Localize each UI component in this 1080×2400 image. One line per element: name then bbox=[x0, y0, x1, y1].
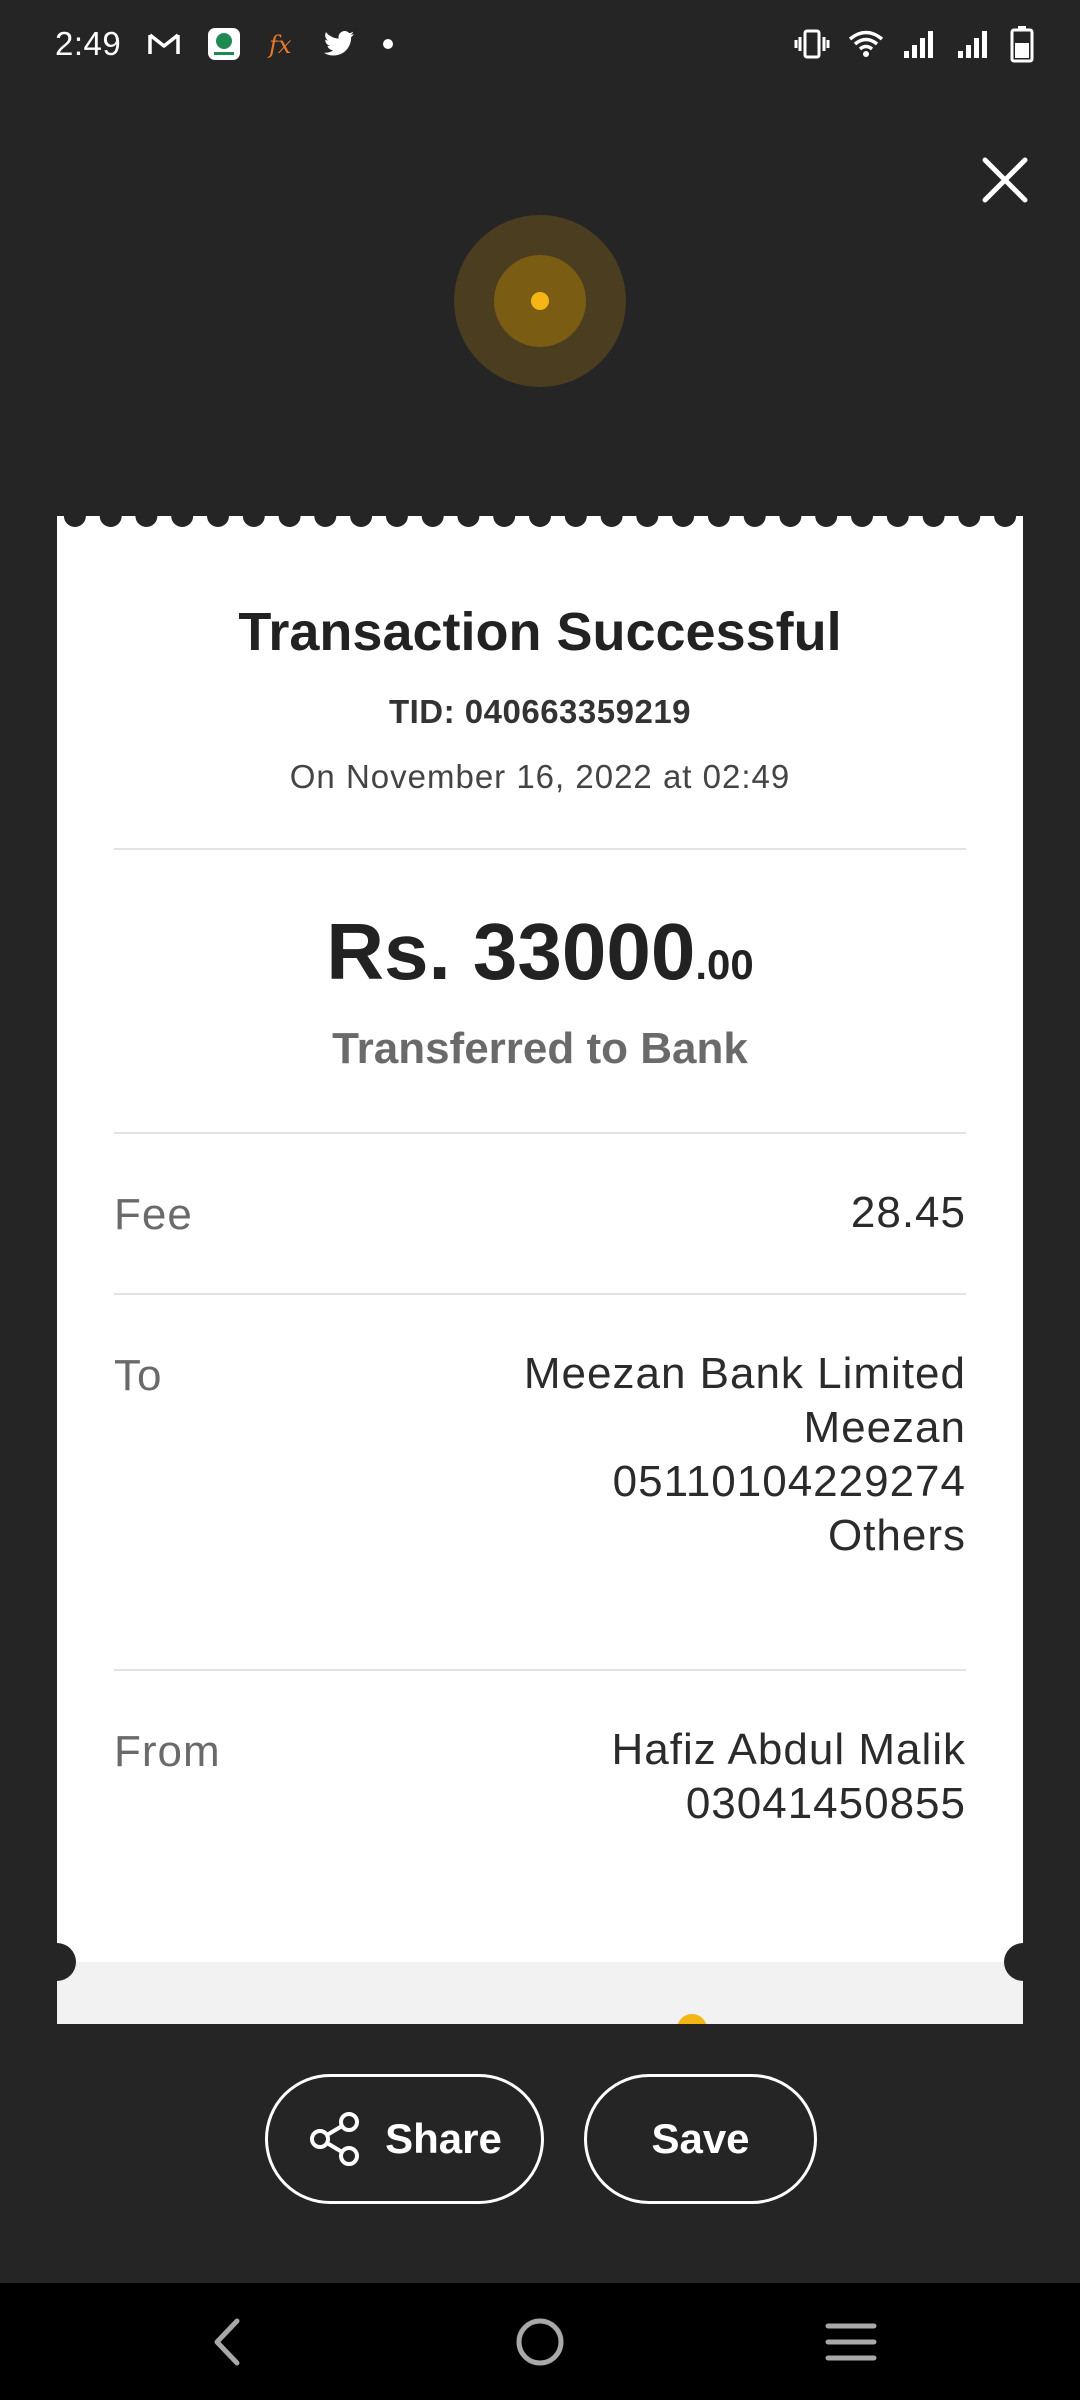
scallop-cutout bbox=[99, 508, 122, 527]
transaction-type: Transferred to Bank bbox=[332, 1024, 748, 1073]
scallop-cutout bbox=[171, 508, 194, 527]
scallop-cutout bbox=[886, 508, 909, 527]
scallop-cutout bbox=[672, 508, 695, 527]
receipt-notch-right bbox=[1004, 1943, 1042, 1981]
save-button-label: Save bbox=[651, 2115, 750, 2162]
divider bbox=[114, 1669, 966, 1671]
scallop-cutout bbox=[636, 508, 659, 527]
scallop-cutout bbox=[994, 508, 1017, 527]
divider bbox=[114, 1132, 966, 1134]
scallop-cutout bbox=[421, 508, 444, 527]
to-bank-name: Meezan Bank Limited bbox=[523, 1349, 966, 1398]
scallop-cutout bbox=[779, 508, 802, 527]
wifi-icon bbox=[848, 28, 884, 60]
vibrate-icon bbox=[794, 28, 830, 60]
signal-icon bbox=[956, 29, 992, 59]
scallop-cutout bbox=[278, 508, 301, 527]
status-right bbox=[794, 25, 1034, 63]
from-label: From bbox=[114, 1727, 221, 1776]
scallop-cutout bbox=[314, 508, 337, 527]
twitter-icon bbox=[323, 30, 355, 58]
back-button[interactable] bbox=[194, 2309, 260, 2375]
fee-label: Fee bbox=[114, 1190, 193, 1239]
screen: 2:49 fx Transaction Successful TID: 0406… bbox=[0, 0, 1080, 2400]
from-name: Hafiz Abdul Malik bbox=[611, 1725, 966, 1774]
svg-text:fx: fx bbox=[267, 31, 292, 59]
footer-logo-icon bbox=[677, 2014, 707, 2024]
scallop-cutout bbox=[958, 508, 981, 527]
app-icon bbox=[207, 27, 241, 61]
divider bbox=[114, 848, 966, 850]
to-account-number: 05110104229274 bbox=[612, 1457, 966, 1506]
amount-decimal: .00 bbox=[695, 941, 754, 988]
scallop-cutout bbox=[457, 508, 480, 527]
fee-amount: 28.45 bbox=[850, 1188, 966, 1237]
transaction-amount: Rs. 33000.00 bbox=[57, 906, 1023, 998]
scallop-cutout bbox=[242, 508, 265, 527]
battery-icon bbox=[1010, 25, 1034, 63]
scallop-cutout bbox=[63, 508, 86, 527]
loading-indicator bbox=[454, 215, 626, 387]
to-label: To bbox=[114, 1351, 163, 1400]
scallop-cutout bbox=[851, 508, 873, 527]
share-button[interactable]: Share bbox=[265, 2074, 544, 2204]
divider bbox=[114, 1293, 966, 1295]
to-account-title: Meezan bbox=[803, 1403, 966, 1452]
receipt-scallop-edge bbox=[63, 508, 1017, 527]
home-icon bbox=[516, 2318, 564, 2366]
navigation-bar bbox=[0, 2283, 1080, 2400]
menu-icon bbox=[825, 2323, 877, 2361]
scallop-cutout bbox=[350, 508, 373, 527]
scallop-cutout bbox=[529, 508, 551, 527]
fee-value: 28.45 bbox=[851, 1186, 966, 1240]
save-button[interactable]: Save bbox=[584, 2074, 817, 2204]
receipt-footer bbox=[57, 1962, 1023, 2024]
status-left: 2:49 fx bbox=[55, 25, 395, 63]
back-icon bbox=[214, 2318, 240, 2366]
amount-main: Rs. 33000 bbox=[326, 907, 696, 996]
scallop-cutout bbox=[493, 508, 516, 527]
home-button[interactable] bbox=[507, 2309, 573, 2375]
scallop-cutout bbox=[600, 508, 623, 527]
loading-indicator-inner bbox=[494, 255, 586, 347]
from-account-number: 03041450855 bbox=[685, 1779, 966, 1828]
scallop-cutout bbox=[385, 508, 408, 527]
close-button[interactable] bbox=[975, 150, 1035, 210]
scallop-cutout bbox=[743, 508, 766, 527]
close-icon bbox=[982, 157, 1028, 203]
fx-icon: fx bbox=[267, 29, 297, 59]
to-purpose: Others bbox=[827, 1511, 966, 1560]
transaction-date: On November 16, 2022 at 02:49 bbox=[289, 758, 791, 795]
status-bar: 2:49 fx bbox=[0, 0, 1080, 88]
scallop-cutout bbox=[815, 508, 838, 527]
status-time: 2:49 bbox=[55, 25, 122, 62]
scallop-cutout bbox=[135, 508, 158, 527]
dot-icon bbox=[381, 37, 395, 51]
to-details: Meezan Bank Limited Meezan 0511010422927… bbox=[524, 1347, 966, 1563]
scallop-cutout bbox=[707, 508, 730, 527]
share-button-label: Share bbox=[385, 2115, 502, 2162]
receipt-notch-left bbox=[38, 1943, 76, 1981]
transaction-title: Transaction Successful bbox=[238, 602, 842, 662]
share-icon bbox=[310, 2112, 360, 2166]
signal-icon bbox=[902, 29, 938, 59]
scallop-cutout bbox=[564, 508, 587, 527]
from-details: Hafiz Abdul Malik 03041450855 bbox=[612, 1723, 966, 1831]
recents-button[interactable] bbox=[818, 2309, 884, 2375]
loading-dot bbox=[531, 292, 549, 310]
scallop-cutout bbox=[207, 508, 229, 527]
transaction-id: TID: 040663359219 bbox=[388, 693, 692, 730]
scallop-cutout bbox=[922, 508, 945, 527]
gmail-icon bbox=[147, 31, 181, 57]
